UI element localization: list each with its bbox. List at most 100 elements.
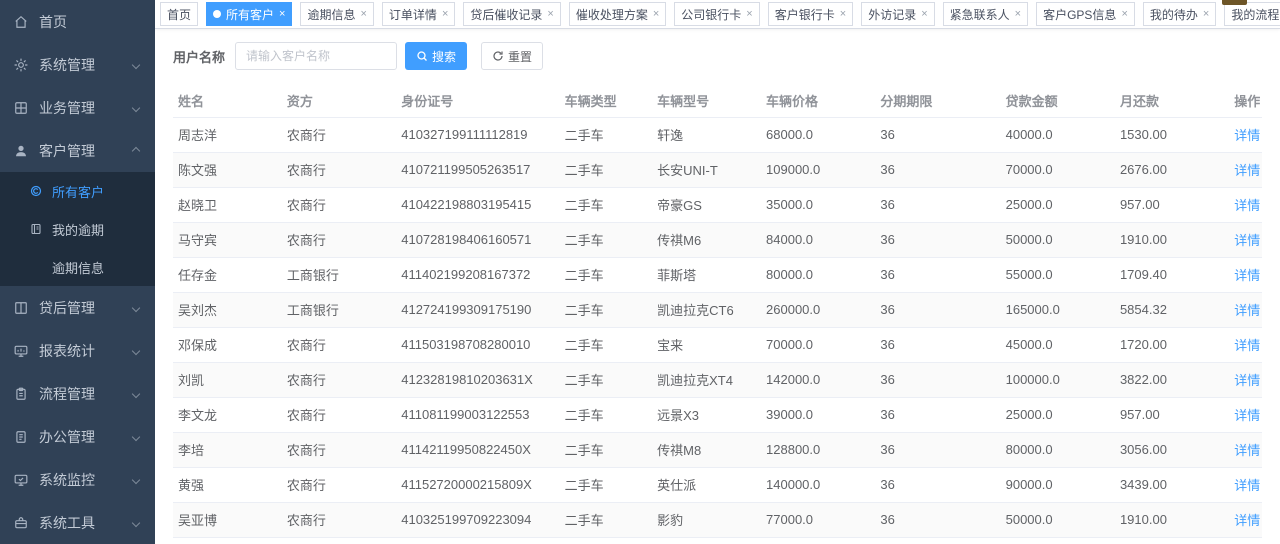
- cell-vehicle_model: 凯迪拉克CT6: [652, 292, 761, 327]
- cell-term: 36: [875, 222, 1000, 257]
- sidebar-item-label: 系统工具: [39, 513, 133, 533]
- sidebar-item-customer-mgmt[interactable]: 客户管理: [0, 129, 155, 172]
- tab-6[interactable]: 公司银行卡×: [674, 2, 759, 26]
- detail-link[interactable]: 详情: [1234, 408, 1260, 423]
- tab-close-icon[interactable]: ×: [921, 9, 927, 20]
- detail-link[interactable]: 详情: [1234, 338, 1260, 353]
- tab-close-icon[interactable]: ×: [360, 9, 366, 20]
- cell-price: 80000.0: [761, 257, 875, 292]
- cell-name: 王刚辉: [173, 537, 282, 544]
- tab-10[interactable]: 客户GPS信息×: [1036, 2, 1135, 26]
- reset-button[interactable]: 重置: [481, 42, 543, 70]
- tab-label: 贷后催收记录: [470, 6, 542, 23]
- cell-vehicle_type: 二手车: [560, 187, 653, 222]
- detail-link[interactable]: 详情: [1234, 198, 1260, 213]
- tab-3[interactable]: 订单详情×: [382, 2, 455, 26]
- sidebar-item-all-customers[interactable]: 所有客户: [0, 172, 155, 210]
- table-row: 李培农商行41142119950822450X二手车传祺M8128800.036…: [173, 432, 1262, 467]
- document-icon: [14, 429, 30, 445]
- detail-link[interactable]: 详情: [1234, 268, 1260, 283]
- chevron-down-icon: [132, 389, 140, 397]
- cell-vehicle_model: 宝来: [652, 327, 761, 362]
- cell-monthly: 1910.00: [1115, 222, 1229, 257]
- tab-9[interactable]: 紧急联系人×: [943, 2, 1028, 26]
- tab-close-icon[interactable]: ×: [746, 9, 752, 20]
- tab-bar-tabs: 首页所有客户×逾期信息×订单详情×贷后催收记录×催收处理方案×公司银行卡×客户银…: [160, 2, 1280, 26]
- cell-funder: 农商行: [282, 432, 396, 467]
- sidebar-item-report-stats[interactable]: 报表统计: [0, 329, 155, 372]
- cell-loan: 40000.0: [1001, 117, 1115, 152]
- column-header: 姓名: [173, 85, 282, 117]
- tab-12[interactable]: 我的流程×: [1224, 2, 1280, 26]
- cell-price: 70000.0: [761, 327, 875, 362]
- tab-label: 逾期信息: [307, 6, 355, 23]
- tab-1[interactable]: 所有客户×: [206, 2, 292, 26]
- cell-vehicle_type: 二手车: [560, 467, 653, 502]
- sidebar-item-postloan-mgmt[interactable]: 贷后管理: [0, 286, 155, 329]
- detail-link[interactable]: 详情: [1234, 303, 1260, 318]
- cell-vehicle_type: 二手车: [560, 502, 653, 537]
- sidebar-item-overdue-info[interactable]: 逾期信息: [0, 248, 155, 286]
- tab-close-icon[interactable]: ×: [1203, 9, 1209, 20]
- sidebar-item-my-overdue[interactable]: 我的逾期: [0, 210, 155, 248]
- tab-8[interactable]: 外访记录×: [861, 2, 934, 26]
- sidebar-item-home[interactable]: 首页: [0, 0, 155, 43]
- cell-name: 吴刘杰: [173, 292, 282, 327]
- sidebar-item-label: 我的逾期: [52, 220, 143, 239]
- tab-close-icon[interactable]: ×: [1015, 9, 1021, 20]
- refresh-icon: [492, 50, 504, 62]
- cell-loan: 100000.0: [1001, 362, 1115, 397]
- tab-close-icon[interactable]: ×: [653, 9, 659, 20]
- tab-close-icon[interactable]: ×: [547, 9, 553, 20]
- detail-link[interactable]: 详情: [1234, 128, 1260, 143]
- tab-close-icon[interactable]: ×: [840, 9, 846, 20]
- sidebar-item-label: 系统管理: [39, 55, 133, 75]
- cell-loan: 50000.0: [1001, 222, 1115, 257]
- search-input[interactable]: [235, 42, 397, 70]
- sidebar-item-system-tools[interactable]: 系统工具: [0, 501, 155, 544]
- tab-close-icon[interactable]: ×: [279, 9, 285, 20]
- sidebar-item-label: 所有客户: [52, 182, 143, 201]
- content-panel: 用户名称 搜索 重置 姓名资方身份证号车辆类型车: [155, 29, 1280, 544]
- cell-vehicle_model: 凯迪拉克XT4: [652, 362, 761, 397]
- tab-0[interactable]: 首页: [160, 2, 198, 26]
- user-icon: [14, 143, 30, 159]
- detail-link[interactable]: 详情: [1234, 513, 1260, 528]
- cell-term: 36: [875, 467, 1000, 502]
- tab-4[interactable]: 贷后催收记录 ×: [463, 2, 560, 26]
- tab-11[interactable]: 我的待办×: [1143, 2, 1216, 26]
- column-header: 车辆价格: [761, 85, 875, 117]
- tab-5[interactable]: 催收处理方案×: [569, 2, 666, 26]
- tab-close-icon[interactable]: ×: [442, 9, 448, 20]
- avatar[interactable]: [1222, 0, 1247, 5]
- main-area: 首页所有客户×逾期信息×订单详情×贷后催收记录×催收处理方案×公司银行卡×客户银…: [155, 0, 1280, 544]
- detail-link[interactable]: 详情: [1234, 163, 1260, 178]
- sidebar-item-system-monitor[interactable]: 系统监控: [0, 458, 155, 501]
- detail-link[interactable]: 详情: [1234, 233, 1260, 248]
- sidebar-item-office-mgmt[interactable]: 办公管理: [0, 415, 155, 458]
- tab-2[interactable]: 逾期信息 ×: [300, 2, 373, 26]
- cell-vehicle_type: 二手车: [560, 537, 653, 544]
- cell-monthly: 2676.00: [1115, 152, 1229, 187]
- sidebar-item-business-mgmt[interactable]: 业务管理: [0, 86, 155, 129]
- tab-close-icon[interactable]: ×: [1121, 9, 1127, 20]
- chevron-down-icon: [132, 346, 140, 354]
- tab-7[interactable]: 客户银行卡×: [768, 2, 853, 26]
- cell-monthly: 3822.00: [1115, 362, 1229, 397]
- detail-link[interactable]: 详情: [1234, 478, 1260, 493]
- customer-table-body: 周志洋农商行410327199111112819二手车轩逸68000.03640…: [173, 117, 1262, 544]
- chart-monitor-icon: [14, 343, 30, 359]
- cell-monthly: 1910.00: [1115, 502, 1229, 537]
- clipboard-icon: [14, 386, 30, 402]
- detail-link[interactable]: 详情: [1234, 443, 1260, 458]
- cell-vehicle_type: 二手车: [560, 397, 653, 432]
- search-button[interactable]: 搜索: [405, 42, 467, 70]
- detail-link[interactable]: 详情: [1234, 373, 1260, 388]
- cell-vehicle_type: 二手车: [560, 362, 653, 397]
- sidebar-item-system-mgmt[interactable]: 系统管理: [0, 43, 155, 86]
- sidebar-menu: 首页 系统管理 业务管理 客户管理: [0, 0, 155, 544]
- column-header: 月还款: [1115, 85, 1229, 117]
- table-row: 吴亚博农商行410325199709223094二手车影豹77000.03650…: [173, 502, 1262, 537]
- sidebar-item-process-mgmt[interactable]: 流程管理: [0, 372, 155, 415]
- cell-funder: 农商行: [282, 502, 396, 537]
